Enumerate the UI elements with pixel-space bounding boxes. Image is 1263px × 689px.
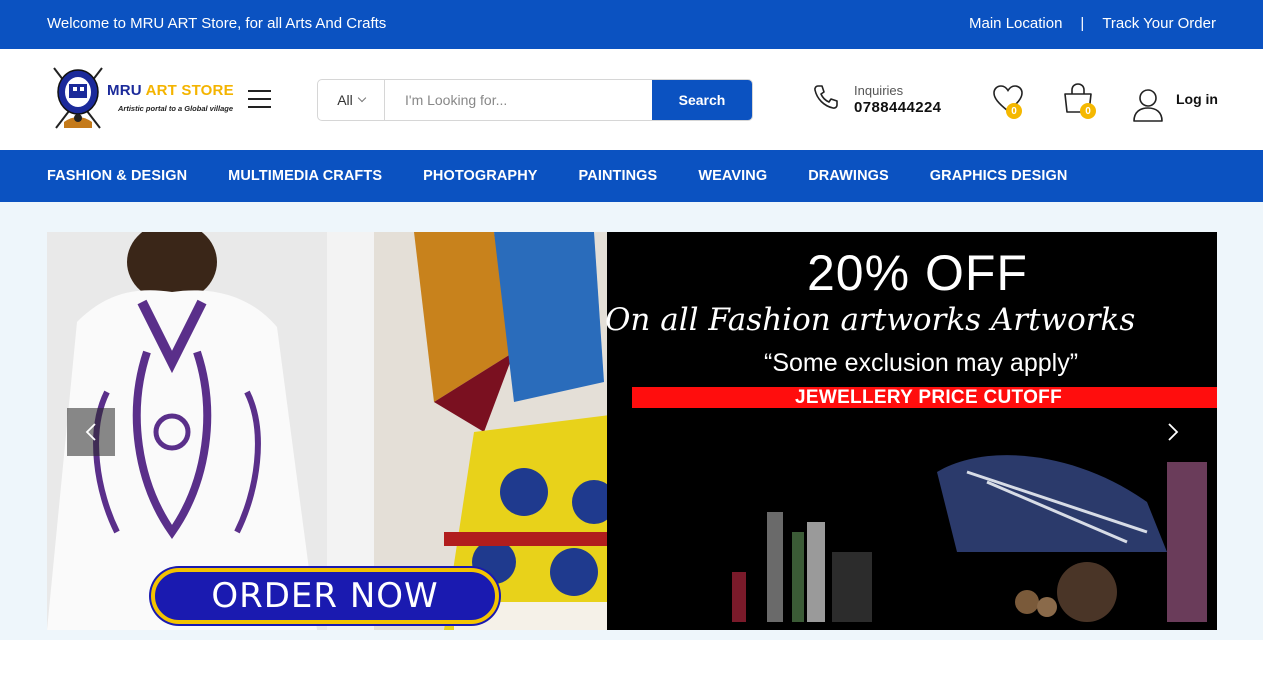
nav-item-fashion-design[interactable]: FASHION & DESIGN bbox=[47, 168, 187, 184]
site-header: MRU ART STORE Artistic portal to a Globa… bbox=[0, 49, 1263, 150]
inquiry-phone[interactable]: 0788444224 bbox=[854, 99, 941, 116]
promo-strip-text: JEWELLERY PRICE CUTOFF bbox=[795, 387, 1062, 408]
promo-strip: JEWELLERY PRICE CUTOFF bbox=[632, 387, 1217, 408]
slider-next-button[interactable] bbox=[1149, 408, 1197, 456]
main-location-link[interactable]: Main Location bbox=[969, 15, 1062, 32]
inquiry-contact: Inquiries 0788444224 bbox=[812, 83, 941, 116]
cart-count-badge: 0 bbox=[1080, 103, 1096, 119]
search-category-label: All bbox=[337, 92, 353, 108]
menu-hamburger-icon[interactable] bbox=[248, 90, 271, 108]
login-label: Log in bbox=[1176, 91, 1218, 107]
category-nav: FASHION & DESIGN MULTIMEDIA CRAFTS PHOTO… bbox=[0, 150, 1263, 202]
top-links-separator: | bbox=[1080, 15, 1085, 32]
phone-icon bbox=[814, 85, 838, 109]
top-bar: Welcome to MRU ART Store, for all Arts A… bbox=[0, 0, 1263, 49]
slider-prev-button[interactable] bbox=[67, 408, 115, 456]
wishlist-button[interactable]: 0 bbox=[992, 83, 1024, 119]
logo-emblem-icon bbox=[53, 67, 103, 129]
logo-tagline: Artistic portal to a Global village bbox=[118, 104, 234, 113]
search-input[interactable] bbox=[385, 80, 652, 120]
inquiry-label: Inquiries bbox=[854, 83, 904, 98]
search-category-select[interactable]: All bbox=[318, 80, 385, 120]
search-bar: All Search bbox=[317, 79, 753, 121]
promo-headline: 20% OFF bbox=[807, 245, 1028, 301]
hero-slider[interactable]: 20% OFF On all Fashion artworks Artworks… bbox=[47, 232, 1217, 630]
track-order-link[interactable]: Track Your Order bbox=[1102, 15, 1216, 32]
nav-item-weaving[interactable]: WEAVING bbox=[698, 168, 767, 184]
user-icon bbox=[1133, 89, 1163, 122]
promo-note: “Some exclusion may apply” bbox=[764, 349, 1079, 377]
promo-subhead: On all Fashion artworks Artworks bbox=[605, 302, 1136, 338]
nav-item-graphics-design[interactable]: GRAPHICS DESIGN bbox=[930, 168, 1068, 184]
nav-item-drawings[interactable]: DRAWINGS bbox=[808, 168, 889, 184]
cart-button[interactable]: 0 bbox=[1061, 82, 1097, 119]
login-link[interactable]: Log in bbox=[1132, 87, 1218, 123]
nav-item-multimedia-crafts[interactable]: MULTIMEDIA CRAFTS bbox=[228, 168, 382, 184]
welcome-message: Welcome to MRU ART Store, for all Arts A… bbox=[47, 15, 387, 32]
nav-item-photography[interactable]: PHOTOGRAPHY bbox=[423, 168, 537, 184]
wishlist-count-badge: 0 bbox=[1006, 103, 1022, 119]
chevron-right-icon bbox=[1168, 423, 1179, 441]
logo-title: MRU ART STORE bbox=[107, 82, 234, 99]
store-logo[interactable]: MRU ART STORE Artistic portal to a Globa… bbox=[50, 66, 235, 132]
search-button[interactable]: Search bbox=[652, 80, 752, 120]
order-now-button[interactable]: ORDER NOW bbox=[151, 568, 499, 624]
chevron-left-icon bbox=[85, 423, 96, 441]
chevron-down-icon bbox=[357, 93, 367, 103]
nav-item-paintings[interactable]: PAINTINGS bbox=[579, 168, 658, 184]
top-links: Main Location | Track Your Order bbox=[969, 15, 1216, 32]
